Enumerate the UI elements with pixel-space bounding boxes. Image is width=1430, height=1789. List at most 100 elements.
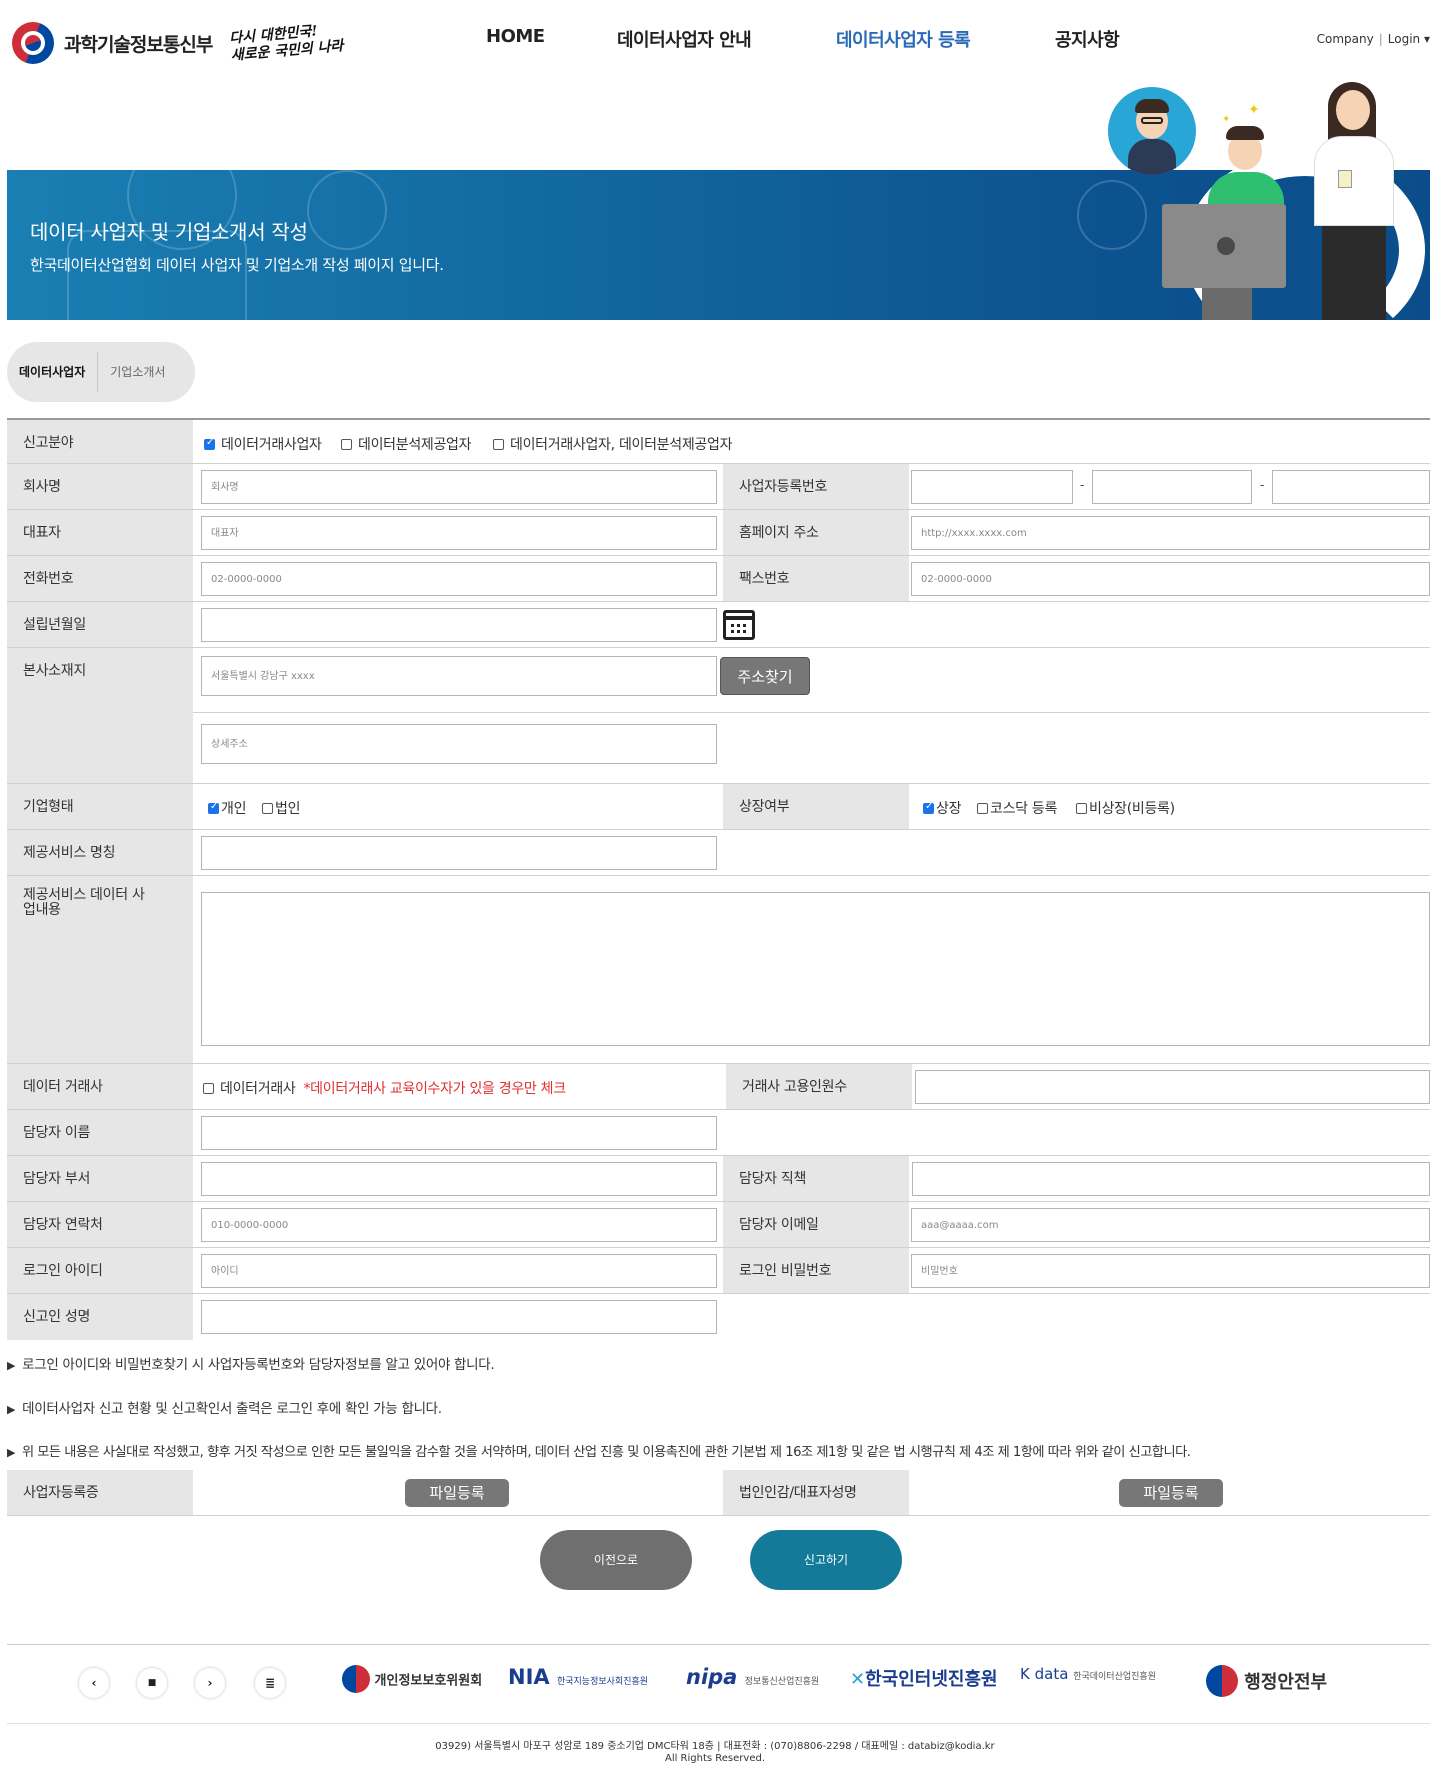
triangle-right-icon: ▶ bbox=[7, 1403, 16, 1416]
broker-count-input[interactable] bbox=[915, 1070, 1430, 1104]
row-address: 본사소재지 주소찾기 bbox=[7, 648, 1430, 784]
broker-checkbox[interactable]: 데이터거래사 *데이터거래사 교육이수자가 있을 경우만 체크 bbox=[203, 1078, 566, 1098]
homepage-input[interactable] bbox=[911, 516, 1430, 550]
checkbox[interactable] bbox=[1076, 802, 1087, 814]
nav-notice[interactable]: 공지사항 bbox=[1055, 26, 1120, 52]
manager-phone-input[interactable] bbox=[201, 1208, 717, 1242]
partner-mois[interactable]: 행정안전부 bbox=[1206, 1665, 1327, 1697]
calendar-icon[interactable] bbox=[723, 610, 755, 640]
address-input[interactable] bbox=[201, 656, 717, 696]
partner-nia[interactable]: NIA 한국지능정보사회진흥원 bbox=[508, 1665, 648, 1689]
row-service-desc: 제공서비스 데이터 사업내용 bbox=[7, 876, 1430, 1064]
list-icon[interactable]: ≣ bbox=[255, 1668, 285, 1698]
checkbox[interactable] bbox=[493, 438, 504, 450]
seal-upload-button[interactable]: 파일등록 bbox=[1119, 1479, 1223, 1507]
row-manager-contact: 담당자 연락처 담당자 이메일 bbox=[7, 1202, 1430, 1248]
listed-option-unlisted[interactable]: 비상장(비등록) bbox=[1076, 798, 1175, 818]
checkbox[interactable] bbox=[262, 802, 273, 814]
checkbox[interactable] bbox=[341, 438, 352, 450]
service-name-input[interactable] bbox=[201, 836, 717, 870]
avatar-bubble bbox=[1108, 87, 1196, 175]
fax-label: 팩스번호 bbox=[723, 556, 909, 601]
manager-dept-input[interactable] bbox=[201, 1162, 717, 1196]
slogan: 다시 대한민국! 새로운 국민의 나라 bbox=[229, 23, 345, 64]
checkbox-checked[interactable] bbox=[923, 801, 934, 814]
type-option-individual[interactable]: 개인 bbox=[208, 798, 246, 818]
company-link[interactable]: Company bbox=[1317, 32, 1374, 46]
note-3: ▶ 위 모든 내용은 사실대로 작성했고, 향후 거짓 작성으로 인한 모든 불일… bbox=[7, 1445, 1191, 1460]
reporter-label: 신고인 성명 bbox=[7, 1294, 193, 1340]
reporter-input[interactable] bbox=[201, 1300, 717, 1334]
bizno-input-2[interactable] bbox=[1092, 470, 1252, 504]
fax-input[interactable] bbox=[911, 562, 1430, 596]
next-arrow-icon[interactable]: › bbox=[195, 1668, 225, 1698]
ceo-input[interactable] bbox=[201, 516, 717, 550]
company-input[interactable] bbox=[201, 470, 717, 504]
service-desc-textarea[interactable] bbox=[201, 892, 1430, 1046]
listed-option-kosdaq[interactable]: 코스닥 등록 bbox=[977, 798, 1057, 818]
biz-cert-upload-button[interactable]: 파일등록 bbox=[405, 1479, 509, 1507]
address-search-button[interactable]: 주소찾기 bbox=[720, 657, 810, 695]
founded-label: 설립년월일 bbox=[7, 602, 193, 647]
stop-icon[interactable]: ■ bbox=[137, 1668, 167, 1698]
listed-option-listed[interactable]: 상장 bbox=[923, 798, 961, 818]
monitor-icon bbox=[1162, 204, 1286, 288]
partner-pipc[interactable]: 개인정보보호위원회 bbox=[342, 1665, 482, 1693]
note-2: ▶ 데이터사업자 신고 현황 및 신고확인서 출력은 로그인 후에 확인 가능 합… bbox=[7, 1401, 442, 1417]
category-option-analysis[interactable]: 데이터분석제공업자 bbox=[341, 434, 472, 454]
banner-title: 데이터 사업자 및 기업소개서 작성 bbox=[30, 220, 308, 244]
phone-input[interactable] bbox=[201, 562, 717, 596]
row-service-name: 제공서비스 명칭 bbox=[7, 830, 1430, 876]
partner-kdata[interactable]: K data 한국데이터산업진흥원 bbox=[1020, 1665, 1156, 1683]
manager-title-input[interactable] bbox=[912, 1162, 1430, 1196]
company-label: 회사명 bbox=[7, 464, 193, 509]
category-option-trade[interactable]: 데이터거래사업자 bbox=[204, 434, 322, 454]
manager-email-label: 담당자 이메일 bbox=[723, 1202, 909, 1247]
bizno-input-3[interactable] bbox=[1272, 470, 1430, 504]
manager-name-label: 담당자 이름 bbox=[7, 1110, 193, 1155]
login-pw-input[interactable] bbox=[911, 1254, 1430, 1288]
nav-business-register[interactable]: 데이터사업자 등록 bbox=[836, 26, 971, 52]
ministry-logo[interactable]: 과학기술정보통신부 다시 대한민국! 새로운 국민의 나라 bbox=[12, 22, 345, 64]
row-phone: 전화번호 팩스번호 bbox=[7, 556, 1430, 602]
founded-input[interactable] bbox=[201, 608, 717, 642]
login-id-input[interactable] bbox=[201, 1254, 717, 1288]
address-detail-input[interactable] bbox=[201, 724, 717, 764]
type-option-corporation[interactable]: 법인 bbox=[262, 798, 300, 818]
partner-kisa[interactable]: ✕한국인터넷진흥원 bbox=[850, 1665, 998, 1691]
row-company-type: 기업형태 개인 법인 상장여부 상장 코스닥 등록 비상장(비등록) bbox=[7, 784, 1430, 830]
login-link[interactable]: Login bbox=[1388, 32, 1420, 46]
tab-company-intro[interactable]: 기업소개서 bbox=[98, 352, 177, 392]
caret-down-icon[interactable]: ▾ bbox=[1424, 32, 1430, 46]
checkbox-checked[interactable] bbox=[208, 801, 219, 814]
submit-button[interactable]: 신고하기 bbox=[750, 1530, 902, 1590]
manager-dept-label: 담당자 부서 bbox=[7, 1156, 193, 1201]
row-login: 로그인 아이디 로그인 비밀번호 bbox=[7, 1248, 1430, 1294]
login-id-label: 로그인 아이디 bbox=[7, 1248, 193, 1293]
bizno-input-1[interactable] bbox=[911, 470, 1073, 504]
ministry-name: 과학기술정보통신부 bbox=[64, 33, 213, 56]
manager-name-input[interactable] bbox=[201, 1116, 717, 1150]
row-ceo: 대표자 홈페이지 주소 bbox=[7, 510, 1430, 556]
checkbox-checked[interactable] bbox=[204, 437, 215, 450]
category-option-both[interactable]: 데이터거래사업자, 데이터분석제공업자 bbox=[493, 434, 732, 454]
partner-nipa[interactable]: nipa 정보통신산업진흥원 bbox=[686, 1665, 819, 1689]
broker-count-label: 거래사 고용인원수 bbox=[726, 1064, 912, 1109]
nav-home[interactable]: HOME bbox=[486, 26, 545, 47]
tab-data-business[interactable]: 데이터사업자 bbox=[7, 352, 99, 392]
service-desc-label: 제공서비스 데이터 사업내용 bbox=[7, 876, 193, 1063]
company-type-label: 기업형태 bbox=[7, 784, 193, 829]
prev-arrow-icon[interactable]: ‹ bbox=[79, 1668, 109, 1698]
checkbox[interactable] bbox=[203, 1082, 214, 1094]
manager-email-input[interactable] bbox=[911, 1208, 1430, 1242]
service-name-label: 제공서비스 명칭 bbox=[7, 830, 193, 875]
prev-button[interactable]: 이전으로 bbox=[540, 1530, 692, 1590]
nav-business-guide[interactable]: 데이터사업자 안내 bbox=[617, 26, 752, 52]
manager-phone-label: 담당자 연락처 bbox=[7, 1202, 193, 1247]
ceo-label: 대표자 bbox=[7, 510, 193, 555]
phone-label: 전화번호 bbox=[7, 556, 193, 601]
dash: - bbox=[1080, 478, 1085, 492]
checkbox[interactable] bbox=[977, 802, 988, 814]
seal-label: 법인인감/대표자성명 bbox=[723, 1470, 909, 1515]
footer-copyright: All Rights Reserved. bbox=[664, 1753, 766, 1764]
